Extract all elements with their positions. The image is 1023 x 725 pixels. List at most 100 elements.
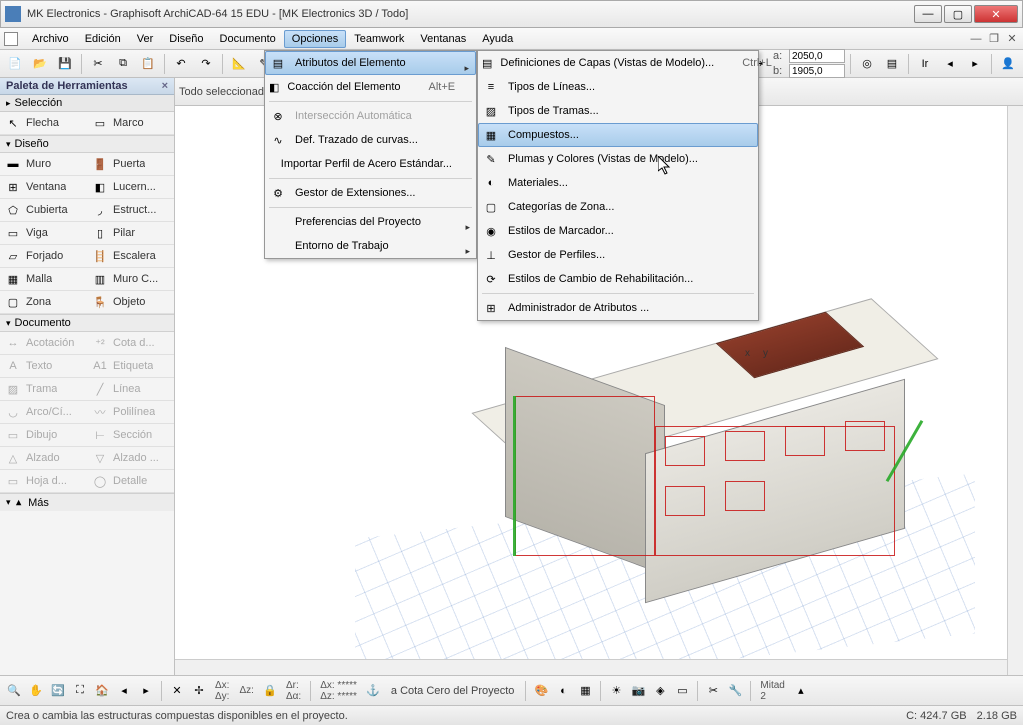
tool-ventana[interactable]: ⊞Ventana	[0, 176, 87, 199]
tool-puerta[interactable]: 🚪Puerta	[87, 153, 174, 176]
coord-b-input[interactable]	[789, 64, 845, 78]
scale-up-icon[interactable]: ▴	[791, 681, 811, 701]
nav-orbit-icon[interactable]: 🔄	[48, 681, 68, 701]
copy-icon[interactable]: ⧉	[112, 53, 134, 75]
menu-preferencias-proyecto[interactable]: Preferencias del Proyecto	[265, 210, 476, 234]
tool-seccion[interactable]: ⊢Sección	[87, 424, 174, 447]
tool-trama[interactable]: ▨Trama	[0, 378, 87, 401]
selection-group-header[interactable]: Selección	[0, 95, 174, 112]
menu-teamwork[interactable]: Teamwork	[346, 30, 412, 48]
tool-cota[interactable]: ⁺²Cota d...	[87, 332, 174, 355]
tool-texto[interactable]: ATexto	[0, 355, 87, 378]
tool-alzado-int[interactable]: ▽Alzado ...	[87, 447, 174, 470]
tool-estructura[interactable]: ◞Estruct...	[87, 199, 174, 222]
tool-arco[interactable]: ◡Arco/Cí...	[0, 401, 87, 424]
tool-muro-cortina[interactable]: ▥Muro C...	[87, 268, 174, 291]
tool-viga[interactable]: ▭Viga	[0, 222, 87, 245]
palette-close-icon[interactable]: ×	[162, 80, 168, 92]
menu-categorias-zona[interactable]: ▢ Categorías de Zona...	[478, 195, 758, 219]
menu-tipos-tramas[interactable]: ▨ Tipos de Tramas...	[478, 99, 758, 123]
tool-muro[interactable]: ▬Muro	[0, 153, 87, 176]
menu-ver[interactable]: Ver	[129, 30, 162, 48]
menu-ayuda[interactable]: Ayuda	[474, 30, 521, 48]
target-icon[interactable]: ◎	[856, 53, 878, 75]
tool-malla[interactable]: ▦Malla	[0, 268, 87, 291]
menu-atributos-elemento[interactable]: ▤ Atributos del Elemento	[265, 51, 476, 75]
coord-cross-icon[interactable]: ✢	[189, 681, 209, 701]
measure-icon[interactable]: 📐	[228, 53, 250, 75]
menu-entorno-trabajo[interactable]: Entorno de Trabajo	[265, 234, 476, 258]
more-group-header[interactable]: ▸Más	[0, 493, 174, 511]
menu-diseno[interactable]: Diseño	[161, 30, 211, 48]
tool-zona[interactable]: ▢Zona	[0, 291, 87, 314]
nav-next-icon[interactable]: ▸	[136, 681, 156, 701]
tool-polilinea[interactable]: 〰Polilínea	[87, 401, 174, 424]
menu-definiciones-capas[interactable]: ▤ Definiciones de Capas (Vistas de Model…	[478, 51, 758, 75]
menu-coaccion-elemento[interactable]: ◧ Coacción del Elemento Alt+E	[265, 75, 476, 99]
tool-objeto[interactable]: 🪑Objeto	[87, 291, 174, 314]
mdi-restore-icon[interactable]: ❐	[987, 32, 1001, 46]
menu-gestor-extensiones[interactable]: ⚙ Gestor de Extensiones...	[265, 181, 476, 205]
shade-icon[interactable]: ◐	[553, 681, 573, 701]
paste-icon[interactable]: 📋	[137, 53, 159, 75]
nav-zoom-icon[interactable]: 🔍	[4, 681, 24, 701]
mdi-minimize-icon[interactable]: —	[969, 32, 983, 46]
tool-etiqueta[interactable]: A1Etiqueta	[87, 355, 174, 378]
menu-materiales[interactable]: ◐ Materiales...	[478, 171, 758, 195]
cut-icon[interactable]: ✂	[87, 53, 109, 75]
save-file-icon[interactable]: 💾	[54, 53, 76, 75]
menu-tipos-lineas[interactable]: ≡ Tipos de Líneas...	[478, 75, 758, 99]
menu-documento[interactable]: Documento	[212, 30, 284, 48]
tool-hoja[interactable]: ▭Hoja d...	[0, 470, 87, 493]
maximize-button[interactable]: ▢	[944, 5, 972, 23]
tool-cubierta[interactable]: ⬠Cubierta	[0, 199, 87, 222]
close-button[interactable]: ✕	[974, 5, 1018, 23]
menu-trazado-curvas[interactable]: ∿ Def. Trazado de curvas...	[265, 128, 476, 152]
tool-linea[interactable]: ╱Línea	[87, 378, 174, 401]
minimize-button[interactable]: —	[914, 5, 942, 23]
menu-compuestos[interactable]: ▦ Compuestos...	[478, 123, 758, 147]
tool-alzado[interactable]: △Alzado	[0, 447, 87, 470]
nav-prev-icon[interactable]: ◂	[114, 681, 134, 701]
design-group-header[interactable]: Diseño	[0, 135, 174, 153]
document-group-header[interactable]: Documento	[0, 314, 174, 332]
layers-icon[interactable]: ▤	[881, 53, 903, 75]
camera-icon[interactable]: 📷	[628, 681, 648, 701]
menu-archivo[interactable]: Archivo	[24, 30, 77, 48]
tool-dibujo[interactable]: ▭Dibujo	[0, 424, 87, 447]
scrollbar-horizontal[interactable]	[175, 659, 1007, 675]
anchor-icon[interactable]: ⚓	[363, 681, 383, 701]
menu-estilos-marcador[interactable]: ◉ Estilos de Marcador...	[478, 219, 758, 243]
arrow-left-icon[interactable]: ◂	[939, 53, 961, 75]
persp-icon[interactable]: ▭	[672, 681, 692, 701]
undo-icon[interactable]: ↶	[170, 53, 192, 75]
tool-acotacion[interactable]: ↔Acotación	[0, 332, 87, 355]
menu-ventanas[interactable]: Ventanas	[412, 30, 474, 48]
redo-icon[interactable]: ↷	[195, 53, 217, 75]
tool-escalera[interactable]: 🪜Escalera	[87, 245, 174, 268]
text-ir-icon[interactable]: Ir	[914, 53, 936, 75]
menu-estilos-cambio-rehab[interactable]: ⟳ Estilos de Cambio de Rehabilitación...	[478, 267, 758, 291]
tool-lucernario[interactable]: ◧Lucern...	[87, 176, 174, 199]
tool-marco[interactable]: ▭Marco	[87, 112, 174, 135]
menu-edicion[interactable]: Edición	[77, 30, 129, 48]
user-icon[interactable]: 👤	[997, 53, 1019, 75]
menu-importar-perfil-acero[interactable]: Importar Perfil de Acero Estándar...	[265, 152, 476, 176]
arrow-right-icon[interactable]: ▸	[964, 53, 986, 75]
lock-icon[interactable]: 🔒	[260, 681, 280, 701]
tool1-icon[interactable]: ✂	[703, 681, 723, 701]
coord-a-input[interactable]	[789, 49, 845, 63]
menu-admin-atributos[interactable]: ⊞ Administrador de Atributos ...	[478, 296, 758, 320]
menu-plumas-colores[interactable]: ✎ Plumas y Colores (Vistas de Modelo)...	[478, 147, 758, 171]
tool-forjado[interactable]: ▱Forjado	[0, 245, 87, 268]
sun-icon[interactable]: ☀	[606, 681, 626, 701]
menu-gestor-perfiles[interactable]: ⊥ Gestor de Perfiles...	[478, 243, 758, 267]
nav-home-icon[interactable]: 🏠	[92, 681, 112, 701]
coord-origin-icon[interactable]: ✕	[167, 681, 187, 701]
tool-detalle[interactable]: ◯Detalle	[87, 470, 174, 493]
axo-icon[interactable]: ◈	[650, 681, 670, 701]
tool2-icon[interactable]: 🔧	[725, 681, 745, 701]
new-file-icon[interactable]: 📄	[4, 53, 26, 75]
render-icon[interactable]: 🎨	[531, 681, 551, 701]
scrollbar-vertical[interactable]	[1007, 106, 1023, 675]
